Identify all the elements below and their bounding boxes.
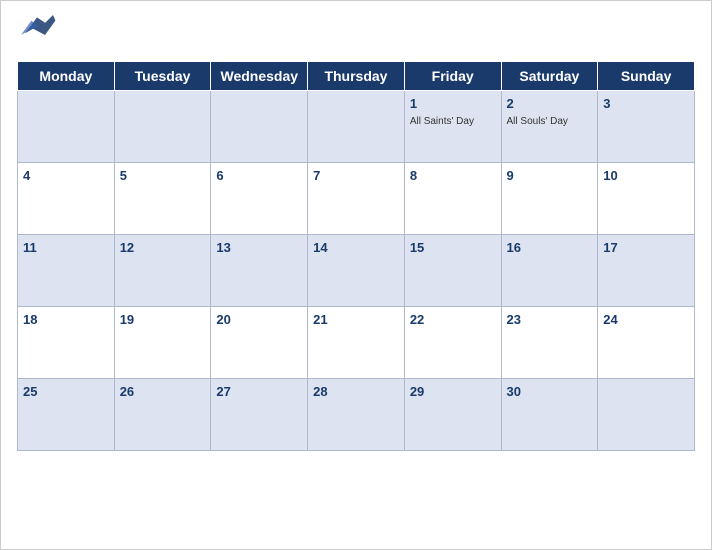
day-number: 17	[603, 240, 617, 255]
header-row: MondayTuesdayWednesdayThursdayFridaySatu…	[18, 62, 695, 91]
day-number: 16	[507, 240, 521, 255]
table-row: 1 All Saints' Day	[404, 91, 501, 163]
logo-icon	[17, 11, 57, 39]
day-number: 21	[313, 312, 327, 327]
day-number: 3	[603, 96, 610, 111]
country-label	[635, 11, 695, 15]
week-row-3: 11 12 13 14 15 16 17	[18, 235, 695, 307]
table-row: 28	[308, 379, 405, 451]
table-row: 25	[18, 379, 115, 451]
day-number: 24	[603, 312, 617, 327]
table-row: 19	[114, 307, 211, 379]
week-row-1: 1 All Saints' Day 2 All Souls' Day 3	[18, 91, 695, 163]
week-row-5: 25 26 27 28 29 30	[18, 379, 695, 451]
table-row	[211, 91, 308, 163]
table-row: 14	[308, 235, 405, 307]
day-number: 2	[507, 96, 514, 111]
table-row	[114, 91, 211, 163]
table-row: 29	[404, 379, 501, 451]
day-number: 30	[507, 384, 521, 399]
table-row: 17	[598, 235, 695, 307]
table-row: 18	[18, 307, 115, 379]
table-row: 2 All Souls' Day	[501, 91, 598, 163]
calendar-container: MondayTuesdayWednesdayThursdayFridaySatu…	[0, 0, 712, 550]
day-number: 26	[120, 384, 134, 399]
table-row	[18, 91, 115, 163]
col-header-sunday: Sunday	[598, 62, 695, 91]
col-header-friday: Friday	[404, 62, 501, 91]
table-row: 7	[308, 163, 405, 235]
calendar-table: MondayTuesdayWednesdayThursdayFridaySatu…	[17, 61, 695, 451]
table-row: 3	[598, 91, 695, 163]
table-row	[598, 379, 695, 451]
day-number: 8	[410, 168, 417, 183]
day-number: 28	[313, 384, 327, 399]
table-row: 23	[501, 307, 598, 379]
table-row: 4	[18, 163, 115, 235]
day-number: 5	[120, 168, 127, 183]
calendar-thead: MondayTuesdayWednesdayThursdayFridaySatu…	[18, 62, 695, 91]
col-header-tuesday: Tuesday	[114, 62, 211, 91]
calendar-header	[17, 11, 695, 53]
week-row-4: 18 19 20 21 22 23 24	[18, 307, 695, 379]
table-row: 11	[18, 235, 115, 307]
week-row-2: 4 5 6 7 8 9 10	[18, 163, 695, 235]
table-row: 15	[404, 235, 501, 307]
day-number: 9	[507, 168, 514, 183]
col-header-wednesday: Wednesday	[211, 62, 308, 91]
day-number: 29	[410, 384, 424, 399]
logo-area	[17, 11, 57, 53]
day-number: 27	[216, 384, 230, 399]
table-row: 5	[114, 163, 211, 235]
table-row: 9	[501, 163, 598, 235]
day-number: 1	[410, 96, 417, 111]
table-row: 10	[598, 163, 695, 235]
table-row: 20	[211, 307, 308, 379]
table-row: 24	[598, 307, 695, 379]
day-number: 25	[23, 384, 37, 399]
event-label: All Saints' Day	[410, 115, 496, 128]
day-number: 11	[23, 240, 37, 255]
table-row: 27	[211, 379, 308, 451]
table-row	[308, 91, 405, 163]
day-number: 7	[313, 168, 320, 183]
table-row: 12	[114, 235, 211, 307]
day-number: 19	[120, 312, 134, 327]
month-title	[57, 11, 635, 15]
day-number: 6	[216, 168, 223, 183]
col-header-monday: Monday	[18, 62, 115, 91]
table-row: 30	[501, 379, 598, 451]
day-number: 10	[603, 168, 617, 183]
day-number: 20	[216, 312, 230, 327]
day-number: 13	[216, 240, 230, 255]
day-number: 18	[23, 312, 37, 327]
table-row: 13	[211, 235, 308, 307]
day-number: 14	[313, 240, 327, 255]
col-header-saturday: Saturday	[501, 62, 598, 91]
day-number: 4	[23, 168, 30, 183]
day-number: 15	[410, 240, 424, 255]
event-label: All Souls' Day	[507, 115, 593, 128]
table-row: 16	[501, 235, 598, 307]
table-row: 8	[404, 163, 501, 235]
table-row: 22	[404, 307, 501, 379]
table-row: 6	[211, 163, 308, 235]
day-number: 22	[410, 312, 424, 327]
calendar-tbody: 1 All Saints' Day 2 All Souls' Day 3 4 5 6 7 8 9 10…	[18, 91, 695, 451]
col-header-thursday: Thursday	[308, 62, 405, 91]
day-number: 23	[507, 312, 521, 327]
table-row: 21	[308, 307, 405, 379]
table-row: 26	[114, 379, 211, 451]
day-number: 12	[120, 240, 134, 255]
